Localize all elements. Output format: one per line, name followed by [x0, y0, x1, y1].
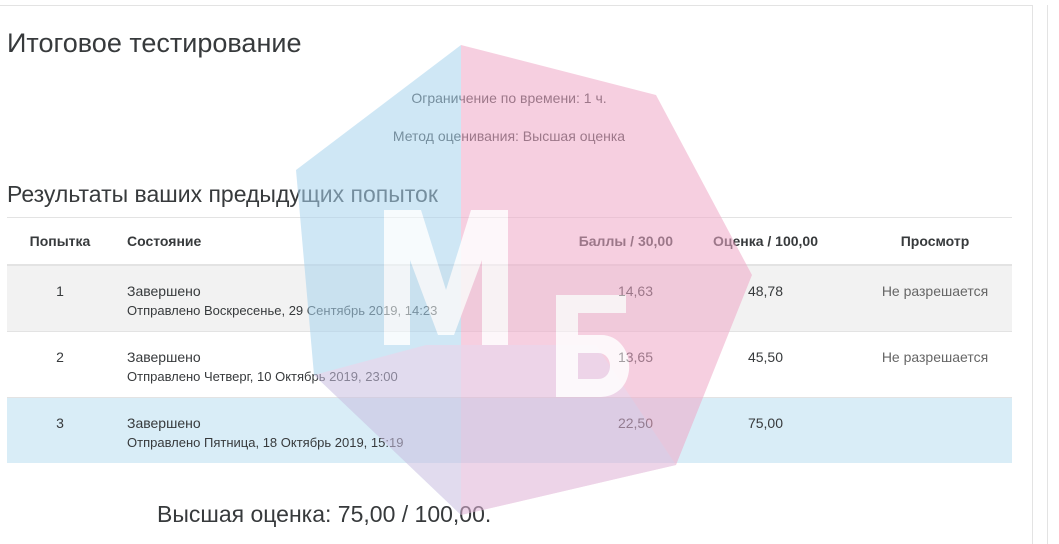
attempt-number: 2: [7, 330, 113, 397]
review-status: Не разрешается: [881, 348, 989, 365]
attempt-grade: 48,78: [673, 264, 858, 331]
attempt-points: 13,65: [439, 330, 673, 397]
attempt-points: 14,63: [439, 264, 673, 331]
table-row-best-attempt: 3 Завершено Отправлено Пятница, 18 Октяб…: [7, 396, 1012, 463]
column-header-attempt: Попытка: [7, 217, 113, 266]
attempt-review: Не разрешается: [858, 330, 1012, 397]
attempt-review: Не разрешается: [858, 264, 1012, 331]
time-limit-info: Ограничение по времени: 1 ч.: [411, 90, 607, 106]
grading-method-info: Метод оценивания: Высшая оценка: [392, 128, 626, 144]
attempt-grade: 75,00: [673, 396, 858, 463]
attempt-state: Завершено: [127, 414, 201, 431]
column-header-points: Баллы / 30,00: [439, 217, 673, 266]
attempt-points: 22,50: [439, 396, 673, 463]
table-header-row: Попытка Состояние Баллы / 30,00 Оценка /…: [7, 217, 1012, 266]
attempt-grade: 45,50: [673, 330, 858, 397]
attempt-state: Завершено: [127, 283, 201, 299]
attempt-state-cell: Завершено Отправлено Воскресенье, 29 Сен…: [113, 264, 439, 331]
attempt-submitted: Отправлено Воскресенье, 29 Сентябрь 2019…: [127, 303, 438, 318]
column-header-review: Просмотр: [858, 217, 1012, 266]
attempt-number: 3: [7, 396, 113, 463]
results-heading: Результаты ваших предыдущих попыток: [7, 181, 438, 207]
side-panel-edge: [1047, 5, 1059, 544]
attempt-state: Завершено: [127, 348, 201, 365]
table-row: 1 Завершено Отправлено Воскресенье, 29 С…: [7, 264, 1012, 331]
quiz-page: Итоговое тестирование Ограничение по вре…: [0, 0, 1059, 544]
attempt-submitted: Отправлено Четверг, 10 Октябрь 2019, 23:…: [127, 368, 398, 384]
best-grade-summary: Высшая оценка: 75,00 / 100,00.: [157, 501, 492, 527]
column-header-grade: Оценка / 100,00: [673, 217, 858, 266]
review-status: Не разрешается: [881, 283, 989, 299]
page-title: Итоговое тестирование: [7, 28, 302, 58]
attempt-review: [858, 396, 1012, 463]
column-header-state: Состояние: [113, 217, 439, 266]
attempt-state-cell: Завершено Отправлено Пятница, 18 Октябрь…: [113, 396, 439, 463]
table-row: 2 Завершено Отправлено Четверг, 10 Октяб…: [7, 330, 1012, 397]
attempts-table: Попытка Состояние Баллы / 30,00 Оценка /…: [7, 217, 1012, 463]
attempt-number: 1: [7, 264, 113, 331]
attempt-state-cell: Завершено Отправлено Четверг, 10 Октябрь…: [113, 330, 439, 397]
attempt-submitted: Отправлено Пятница, 18 Октябрь 2019, 15:…: [127, 434, 404, 450]
